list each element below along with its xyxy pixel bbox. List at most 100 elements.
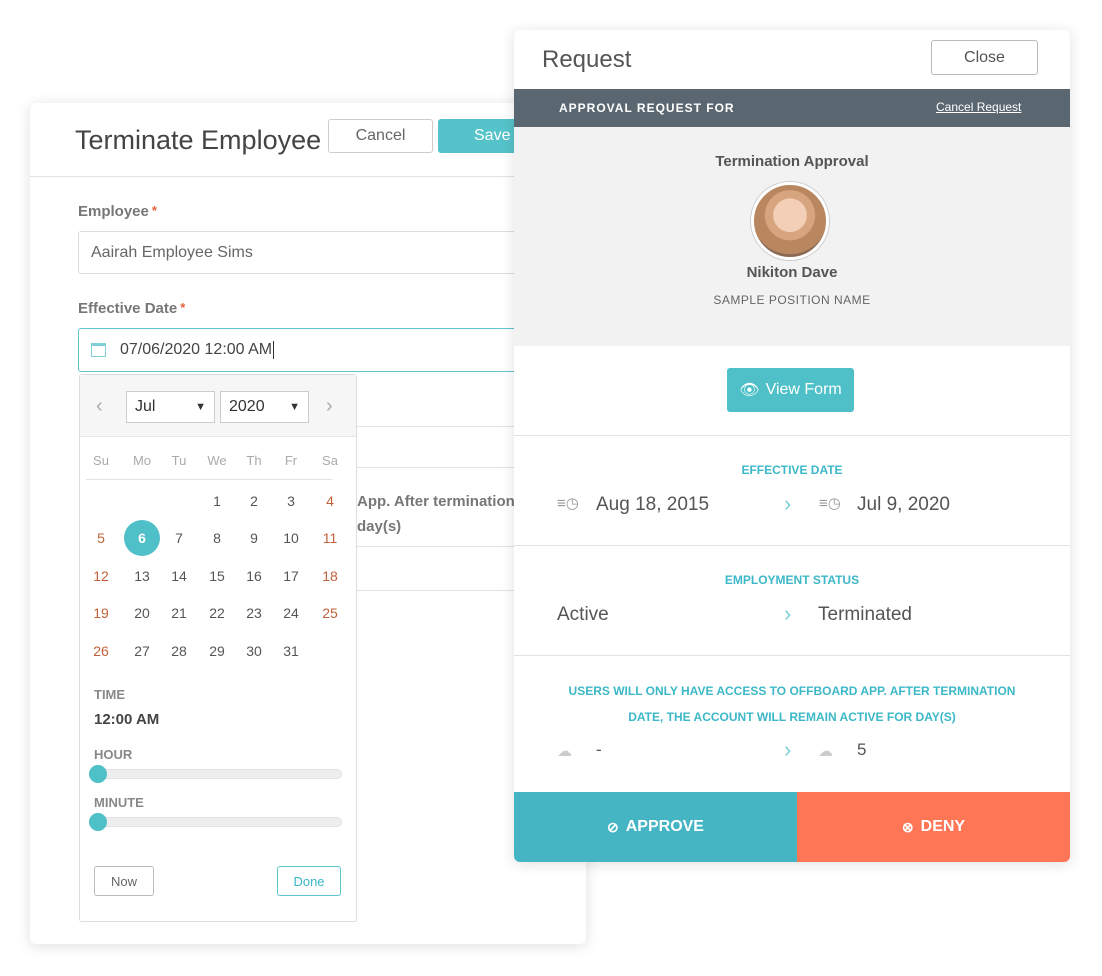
requester-name: Nikiton Dave: [746, 264, 838, 281]
check-circle-icon: ⊘: [607, 818, 619, 835]
weekday-header: Sa: [322, 453, 338, 468]
done-button[interactable]: Done: [277, 866, 341, 896]
employee-input[interactable]: Aairah Employee Sims: [78, 231, 586, 274]
weekday-header: Fr: [284, 453, 298, 468]
cancel-button[interactable]: Cancel: [328, 119, 433, 153]
calendar-day[interactable]: 9: [236, 520, 272, 556]
prev-month-icon[interactable]: ‹: [96, 395, 103, 418]
selected-day[interactable]: 6: [124, 520, 160, 556]
calendar-day[interactable]: 18: [312, 558, 348, 594]
requester-position: SAMPLE POSITION NAME: [713, 293, 871, 307]
access-note-line2: day(s): [357, 518, 402, 535]
status-to: Terminated: [818, 604, 912, 625]
datepicker-popup: ‹ Jul ▼ 2020 ▼ › Su Mo Tu We Th Fr Sa 1234567891…: [79, 374, 357, 922]
calendar-day[interactable]: 22: [199, 595, 235, 631]
view-form-button[interactable]: 👁 View Form: [727, 368, 854, 412]
employee-label: Employee *: [78, 203, 157, 220]
calendar-day[interactable]: 8: [199, 520, 235, 556]
view-form-label: View Form: [765, 381, 842, 398]
time-label: TIME: [94, 687, 126, 702]
calendar-day[interactable]: 20: [124, 595, 160, 631]
effective-date-title: EFFECTIVE DATE: [741, 463, 843, 477]
chevron-right-icon: ›: [784, 737, 792, 762]
calendar-day[interactable]: 19: [83, 595, 119, 631]
section-divider: [514, 655, 1070, 656]
next-month-icon[interactable]: ›: [326, 395, 333, 418]
calendar-day[interactable]: 12: [83, 558, 119, 594]
hour-label: HOUR: [94, 747, 133, 762]
minute-slider[interactable]: [89, 813, 342, 831]
approve-button[interactable]: ⊘ APPROVE: [514, 792, 797, 862]
time-value: 12:00 AM: [94, 711, 160, 728]
effective-date-input[interactable]: 07/06/2020 12:00 AM: [78, 328, 586, 372]
calendar-day[interactable]: 25: [312, 595, 348, 631]
calendar-day[interactable]: 13: [124, 558, 160, 594]
history-clock-icon: ≡◷: [819, 495, 841, 512]
access-from: -: [596, 740, 602, 759]
now-button[interactable]: Now: [94, 866, 154, 896]
minute-slider-handle[interactable]: [89, 813, 107, 831]
calendar-day[interactable]: 10: [273, 520, 309, 556]
calendar-day[interactable]: 16: [236, 558, 272, 594]
eye-icon: 👁: [739, 382, 760, 399]
x-circle-icon: ⊗: [901, 818, 914, 835]
status-from: Active: [557, 604, 609, 625]
calendar-day[interactable]: 15: [199, 558, 235, 594]
calendar-day[interactable]: 7: [161, 520, 197, 556]
avatar: [751, 182, 829, 260]
deny-button[interactable]: ⊗ DENY: [797, 792, 1070, 862]
month-select[interactable]: Jul ▼: [126, 391, 215, 423]
calendar-day[interactable]: 26: [83, 633, 119, 669]
approval-bar-label: APPROVAL REQUEST FOR: [559, 101, 735, 115]
calendar-day[interactable]: 24: [273, 595, 309, 631]
section-divider: [514, 545, 1070, 546]
chevron-down-icon: ▼: [289, 401, 300, 413]
request-title: Request: [542, 46, 632, 73]
access-note-line1: App. After termination: [357, 493, 515, 510]
header-divider: [30, 176, 586, 177]
access-to: 5: [857, 740, 867, 759]
calendar-day[interactable]: 3: [273, 483, 309, 519]
weekday-header: Tu: [171, 453, 187, 468]
calendar-day[interactable]: 29: [199, 633, 235, 669]
calendar-day[interactable]: 30: [236, 633, 272, 669]
dialog-title: Terminate Employee: [75, 125, 322, 155]
approval-bar: APPROVAL REQUEST FOR Cancel Request: [514, 89, 1070, 127]
calendar-day[interactable]: 5: [83, 520, 119, 556]
effective-date-from: Aug 18, 2015: [596, 494, 710, 515]
weekday-header: Th: [246, 453, 262, 468]
weekday-divider: [86, 479, 332, 480]
calendar-day[interactable]: 21: [161, 595, 197, 631]
terminate-employee-dialog: Terminate Employee Cancel Save Employee *…: [30, 103, 586, 944]
calendar-day[interactable]: 14: [161, 558, 197, 594]
year-select[interactable]: 2020 ▼: [220, 391, 309, 423]
calendar-icon: [91, 343, 106, 357]
approval-type: Termination Approval: [715, 153, 869, 170]
cloud-icon: ☁: [557, 743, 572, 760]
calendar-day[interactable]: 23: [236, 595, 272, 631]
calendar-day[interactable]: 31: [273, 633, 309, 669]
minute-label: MINUTE: [94, 795, 144, 810]
hour-slider[interactable]: [89, 765, 342, 783]
employment-status-title: EMPLOYMENT STATUS: [724, 573, 860, 587]
weekday-header: Su: [93, 453, 109, 468]
calendar-day[interactable]: 2: [236, 483, 272, 519]
calendar-day[interactable]: 1: [199, 483, 235, 519]
weekday-header: We: [207, 453, 227, 468]
hour-slider-handle[interactable]: [89, 765, 107, 783]
calendar-day[interactable]: 4: [312, 483, 348, 519]
effective-date-label: Effective Date *: [78, 300, 186, 317]
chevron-down-icon: ▼: [195, 401, 206, 413]
datepicker-header: [80, 375, 356, 437]
approve-label: APPROVE: [625, 818, 704, 835]
calendar-day[interactable]: 27: [124, 633, 160, 669]
effective-date-to: Jul 9, 2020: [857, 494, 950, 515]
cancel-request-link[interactable]: Cancel Request: [936, 100, 1021, 114]
calendar-day[interactable]: 17: [273, 558, 309, 594]
calendar-day[interactable]: 28: [161, 633, 197, 669]
calendar-day[interactable]: 11: [312, 520, 348, 556]
effective-date-value: 07/06/2020 12:00 AM: [120, 341, 273, 358]
weekday-header: Mo: [132, 453, 152, 468]
close-button[interactable]: Close: [931, 40, 1038, 75]
cloud-icon: ☁: [818, 743, 833, 760]
